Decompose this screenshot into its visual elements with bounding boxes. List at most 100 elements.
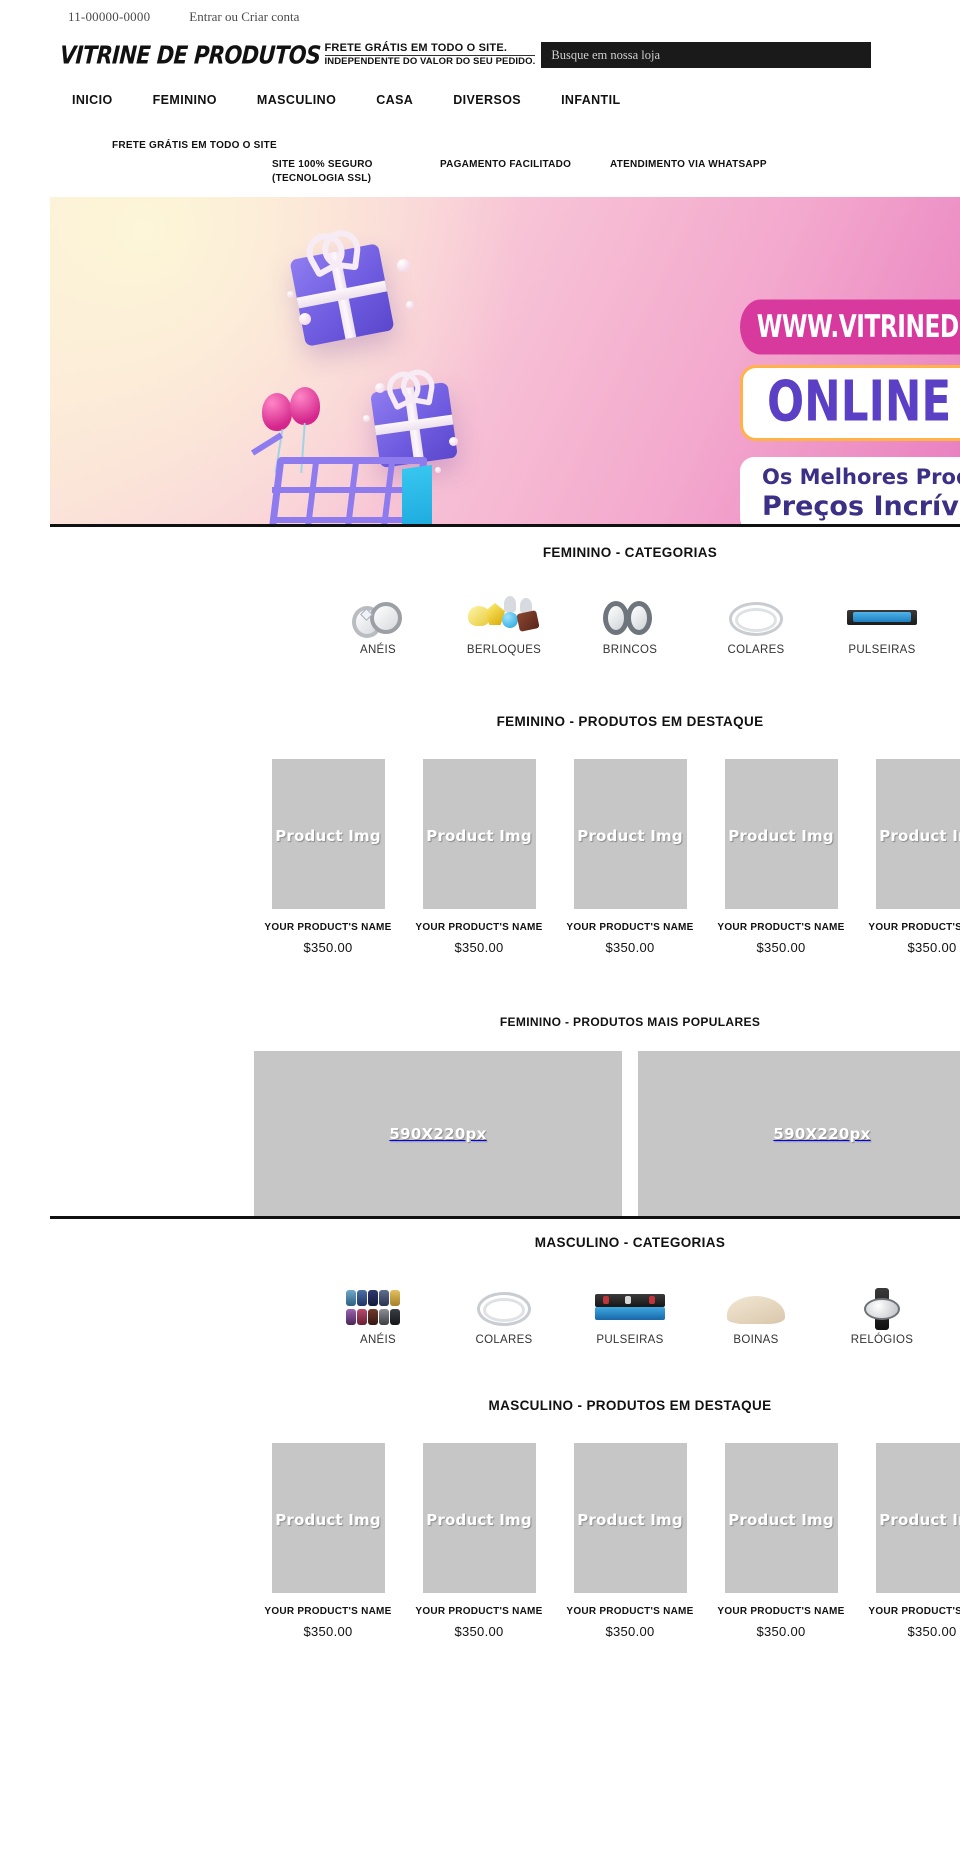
section-title-feminino-produtos: FEMININO - PRODUTOS EM DESTAQUE [496, 714, 764, 729]
charms-icon [441, 588, 567, 640]
feminino-product-row: Product Img YOUR PRODUCT'S NAME $350.00 … [0, 759, 960, 955]
product-card[interactable]: Product Img YOUR PRODUCT'S NAME $350.00 [711, 759, 852, 955]
category-label: BOINAS [733, 1334, 779, 1346]
bracelet-icon [819, 588, 945, 640]
product-price: $350.00 [454, 940, 504, 955]
masthead: VITRINE DE PRODUTOS FRETE GRÁTIS EM TODO… [50, 35, 960, 75]
category-tile-masculino-aneis[interactable]: ANÉIS [315, 1278, 441, 1348]
watch-icon [819, 1278, 945, 1330]
category-label: BERLOQUES [466, 644, 542, 656]
category-tile-feminino-pulseiras[interactable]: PULSEIRAS [819, 588, 945, 658]
gift-box-icon [289, 243, 395, 347]
product-card[interactable]: Product Img YOUR PRODUCT'S NAME $350.00 [560, 1443, 701, 1639]
product-image-placeholder: Product Img [875, 759, 960, 909]
search-input[interactable]: Busque em nossa loja [541, 42, 872, 68]
popular-banner[interactable]: 590X220px [638, 1051, 960, 1216]
section-title-masculino-produtos: MASCULINO - PRODUTOS EM DESTAQUE [488, 1398, 772, 1413]
category-tile-masculino-boinas[interactable]: BOINAS [693, 1278, 819, 1348]
category-tile-masculino-relogios[interactable]: RELÓGIOS [819, 1278, 945, 1348]
section-title-feminino-populares: FEMININO - PRODUTOS MAIS POPULARES [499, 1015, 761, 1029]
product-card[interactable]: Product Img YOUR PRODUCT'S NAME $350.00 [258, 1443, 399, 1639]
product-image-placeholder: Product Img [724, 759, 838, 909]
beaded-rings-icon [315, 1278, 441, 1330]
product-image-label: Product Img [879, 827, 960, 845]
info-whatsapp-support: ATENDIMENTO VIA WHATSAPP [610, 159, 767, 170]
category-tile-feminino-brincos[interactable]: BRINCOS [567, 588, 693, 658]
site-logo[interactable]: VITRINE DE PRODUTOS [59, 41, 321, 69]
gift-box-icon [370, 381, 458, 469]
category-tile-feminino-berloques[interactable]: BERLOQUES [441, 588, 567, 658]
beret-icon [693, 1278, 819, 1330]
section-title-masculino-categorias: MASCULINO - CATEGORIAS [534, 1235, 726, 1250]
product-card[interactable]: Product Img YOUR PRODUCT'S NAME $350.00 [409, 1443, 550, 1639]
section-title-feminino-categorias: FEMININO - CATEGORIAS [542, 545, 718, 560]
bubble-decoration [287, 291, 294, 298]
product-image-label: Product Img [728, 1511, 834, 1529]
product-name: YOUR PRODUCT'S NAME [415, 1606, 543, 1617]
page-root: 11-00000-0000 Entrar ou Criar conta VITR… [0, 0, 960, 1875]
popular-banner-label: 590X220px [773, 1124, 871, 1143]
nav-item-inicio[interactable]: INICIO [72, 93, 113, 107]
free-shipping-line-2: INDEPENDENTE DO VALOR DO SEU PEDIDO. [324, 56, 536, 68]
phone-number[interactable]: 11-00000-0000 [68, 9, 150, 25]
category-label: PULSEIRAS [596, 1334, 664, 1346]
product-name: YOUR PRODUCT'S NAME [717, 1606, 845, 1617]
bubble-decoration [299, 313, 311, 325]
category-tile-feminino-aneis[interactable]: ANÉIS [315, 588, 441, 658]
hero-subtext-line-1: Os Melhores Produtos com [762, 465, 960, 489]
info-free-shipping: FRETE GRÁTIS EM TODO O SITE [112, 140, 277, 151]
product-price: $350.00 [907, 1624, 957, 1639]
category-tile-masculino-colares[interactable]: COLARES [441, 1278, 567, 1348]
hero-background: WWW.VITRINEDEPRODUTOS.COM.BR ONLINE SHOP… [50, 197, 960, 524]
product-name: YOUR PRODUCT'S NAME [264, 1606, 392, 1617]
nav-item-masculino[interactable]: MASCULINO [257, 93, 336, 107]
product-image-label: Product Img [426, 1511, 532, 1529]
product-card[interactable]: Product Img YOUR PRODUCT'S NAME $350.00 [862, 1443, 960, 1639]
product-price: $350.00 [907, 940, 957, 955]
product-image-placeholder: Product Img [573, 1443, 687, 1593]
utility-bar: 11-00000-0000 Entrar ou Criar conta [50, 0, 960, 31]
feminino-popular-banner-row: 590X220px 590X220px [50, 1051, 960, 1219]
category-tile-feminino-colares[interactable]: COLARES [693, 588, 819, 658]
product-name: YOUR PRODUCT'S NAME [868, 922, 960, 933]
bubble-decoration [406, 301, 414, 309]
category-label: ANÉIS [359, 644, 396, 656]
product-image-label: Product Img [577, 827, 683, 845]
product-price: $350.00 [303, 1624, 353, 1639]
product-card[interactable]: Product Img YOUR PRODUCT'S NAME $350.00 [862, 759, 960, 955]
product-image-label: Product Img [275, 1511, 381, 1529]
product-image-placeholder: Product Img [875, 1443, 960, 1593]
nav-item-diversos[interactable]: DIVERSOS [453, 93, 521, 107]
product-name: YOUR PRODUCT'S NAME [717, 922, 845, 933]
bubble-decoration [435, 467, 441, 473]
info-secure-site: SITE 100% SEGURO (TECNOLOGIA SSL) [272, 159, 373, 184]
product-price: $350.00 [605, 1624, 655, 1639]
hero-banner[interactable]: WWW.VITRINEDEPRODUTOS.COM.BR ONLINE SHOP… [50, 197, 960, 527]
bubble-decoration [397, 259, 410, 272]
search-placeholder: Busque em nossa loja [551, 47, 661, 62]
product-image-placeholder: Product Img [573, 759, 687, 909]
nav-item-casa[interactable]: CASA [376, 93, 413, 107]
popular-banner[interactable]: 590X220px [254, 1051, 622, 1216]
product-name: YOUR PRODUCT'S NAME [868, 1606, 960, 1617]
bracelet-icon [567, 1278, 693, 1330]
product-card[interactable]: Product Img YOUR PRODUCT'S NAME $350.00 [711, 1443, 852, 1639]
nav-item-feminino[interactable]: FEMININO [153, 93, 217, 107]
product-image-placeholder: Product Img [724, 1443, 838, 1593]
free-shipping-callout: FRETE GRÁTIS EM TODO O SITE. INDEPENDENT… [324, 42, 536, 68]
hero-headline: ONLINE SHOP [767, 368, 960, 434]
product-card[interactable]: Product Img YOUR PRODUCT'S NAME $350.00 [409, 759, 550, 955]
category-tile-masculino-pulseiras[interactable]: PULSEIRAS [567, 1278, 693, 1348]
category-label: PULSEIRAS [848, 644, 916, 656]
product-price: $350.00 [303, 940, 353, 955]
hero-copy: WWW.VITRINEDEPRODUTOS.COM.BR ONLINE SHOP… [740, 299, 960, 524]
popular-banner-label: 590X220px [389, 1124, 487, 1143]
nav-item-infantil[interactable]: INFANTIL [561, 93, 620, 107]
info-easy-payment: PAGAMENTO FACILITADO [440, 159, 572, 170]
masculino-product-row: Product Img YOUR PRODUCT'S NAME $350.00 … [0, 1443, 960, 1639]
product-price: $350.00 [454, 1624, 504, 1639]
account-links[interactable]: Entrar ou Criar conta [189, 9, 299, 25]
product-card[interactable]: Product Img YOUR PRODUCT'S NAME $350.00 [258, 759, 399, 955]
necklace-icon [693, 588, 819, 640]
product-card[interactable]: Product Img YOUR PRODUCT'S NAME $350.00 [560, 759, 701, 955]
